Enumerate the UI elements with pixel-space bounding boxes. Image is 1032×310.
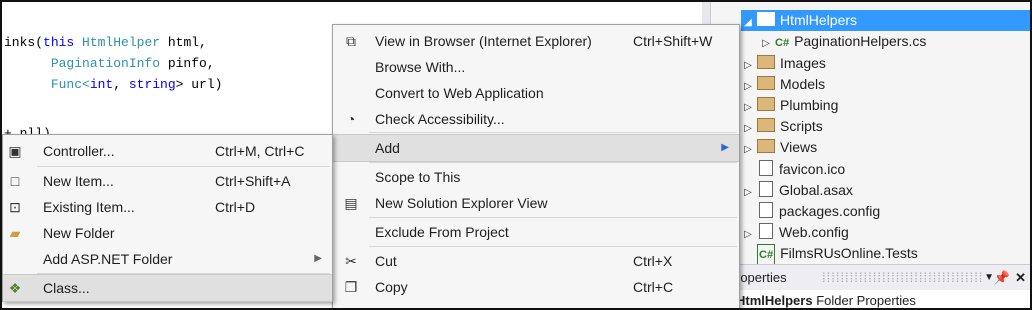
menu-separator <box>369 132 737 133</box>
menu-item-check-accessibility[interactable]: ◔ Check Accessibility... <box>333 106 739 132</box>
folder-icon <box>757 118 775 132</box>
browser-icon: ⧉ <box>346 33 356 49</box>
collapsed-arrow-icon[interactable]: ▷ <box>741 55 755 76</box>
menu-separator <box>369 162 737 163</box>
close-icon[interactable]: ✕ <box>1015 265 1026 291</box>
menu-separator <box>369 246 737 247</box>
code-line-1: inks(this HtmlHelper html, <box>4 35 207 50</box>
class-icon: ❖ <box>8 280 22 296</box>
tree-item-plumbing[interactable]: ▷ Plumbing <box>741 95 838 116</box>
tree-item-views[interactable]: ▷ Views <box>741 137 817 158</box>
menu-item-cut[interactable]: ✂ Cut Ctrl+X <box>333 248 739 274</box>
menu-item-exclude[interactable]: Exclude From Project <box>333 219 739 245</box>
pin-icon[interactable]: 📌 <box>994 265 1010 291</box>
menu-item-copy[interactable]: ❐ Copy Ctrl+C <box>333 274 739 300</box>
window-frame: inks(this HtmlHelper html, PaginationInf… <box>0 0 1032 310</box>
menu-item-new-se-view[interactable]: ▤ New Solution Explorer View <box>333 190 739 216</box>
tree-item-favicon[interactable]: favicon.ico <box>755 159 845 180</box>
tree-item-global-asax[interactable]: ▷ Global.asax <box>741 180 853 201</box>
collapsed-arrow-icon[interactable]: ▷ <box>741 97 755 118</box>
collapsed-arrow-icon[interactable]: ▷ <box>741 118 755 139</box>
menu-separator <box>37 166 330 167</box>
tree-item-packages-config[interactable]: packages.config <box>755 201 880 222</box>
new-view-icon: ▤ <box>344 195 358 211</box>
menu-item-view-in-browser[interactable]: ⧉ View in Browser (Internet Explorer) Ct… <box>333 28 739 54</box>
code-line-3: Func<int, string> url) <box>50 77 223 92</box>
submenu-item-new-folder[interactable]: ▰ New Folder <box>3 220 332 246</box>
folder-icon <box>757 12 775 26</box>
menu-item-convert-web-app[interactable]: Convert to Web Application <box>333 80 739 106</box>
folder-icon <box>757 55 775 69</box>
add-submenu: ▣ Controller... Ctrl+M, Ctrl+C □ New Ite… <box>2 134 333 302</box>
submenu-item-controller[interactable]: ▣ Controller... Ctrl+M, Ctrl+C <box>3 138 332 164</box>
submenu-arrow-icon: ▶ <box>721 142 729 153</box>
submenu-item-class[interactable]: ❖ Class... <box>3 274 332 302</box>
submenu-item-new-item[interactable]: □ New Item... Ctrl+Shift+A <box>3 168 332 194</box>
expanded-arrow-icon[interactable]: ◢ <box>741 12 755 33</box>
copy-icon: ❐ <box>344 279 358 295</box>
csharp-file-icon: C# <box>775 37 790 49</box>
new-item-icon: □ <box>10 173 20 189</box>
menu-separator <box>369 217 737 218</box>
submenu-arrow-icon: ▶ <box>314 253 322 264</box>
scissors-icon: ✂ <box>345 253 357 269</box>
collapsed-arrow-icon[interactable]: ▷ <box>741 139 755 160</box>
submenu-item-aspnet-folder[interactable]: Add ASP.NET Folder ▶ <box>3 246 332 272</box>
code-line-2: PaginationInfo pinfo, <box>50 56 215 71</box>
submenu-item-existing-item[interactable]: ⊡ Existing Item... Ctrl+D <box>3 194 332 220</box>
config-file-icon <box>759 181 773 197</box>
config-file-icon <box>759 223 773 239</box>
tree-item-images[interactable]: ▷ Images <box>741 53 826 74</box>
menu-item-add[interactable]: Add ▶ <box>333 134 739 162</box>
collapsed-arrow-icon[interactable]: ▷ <box>741 76 755 97</box>
controller-icon: ▣ <box>8 143 22 159</box>
folder-icon <box>757 139 775 153</box>
collapsed-arrow-icon[interactable]: ▷ <box>759 33 773 54</box>
menu-item-scope-to-this[interactable]: Scope to This <box>333 164 739 190</box>
folder-icon <box>757 97 775 111</box>
properties-title: roperties <box>736 270 787 285</box>
dropdown-icon[interactable]: ▼ <box>984 265 994 291</box>
collapsed-arrow-icon[interactable]: ▷ <box>741 182 755 203</box>
existing-item-icon: ⊡ <box>9 199 21 215</box>
tree-item-web-config[interactable]: ▷ Web.config <box>741 222 849 243</box>
config-file-icon <box>759 202 773 218</box>
solution-explorer: ◢ HtmlHelpers ▷ C# PaginationHelpers.cs ▷ Im… <box>710 2 1030 267</box>
tree-item-scripts[interactable]: ▷ Scripts <box>741 116 823 137</box>
context-menu: ⧉ View in Browser (Internet Explorer) Ct… <box>332 24 740 308</box>
drag-grip[interactable]: ⁞⁞⁞⁞⁞⁞⁞⁞⁞⁞⁞⁞⁞⁞⁞⁞⁞⁞⁞⁞⁞⁞⁞⁞⁞⁞⁞⁞⁞⁞⁞⁞⁞⁞⁞ <box>822 265 983 291</box>
folder-icon <box>757 76 775 90</box>
tree-item-paginationhelpers[interactable]: ▷ C# PaginationHelpers.cs <box>759 31 926 52</box>
collapsed-arrow-icon[interactable]: ▷ <box>741 224 755 245</box>
image-file-icon <box>759 160 773 176</box>
properties-object: HtmlHelpers Folder Properties <box>734 290 1030 308</box>
tree-item-htmlhelpers[interactable]: ◢ HtmlHelpers <box>741 10 1030 33</box>
tree-item-tests-project[interactable]: C# FilmsRUsOnline.Tests <box>741 243 918 267</box>
new-folder-icon: ▰ <box>9 225 21 241</box>
accessibility-icon: ◔ <box>346 111 356 127</box>
tree-item-models[interactable]: ▷ Models <box>741 74 825 95</box>
properties-panel-header: roperties ⁞⁞⁞⁞⁞⁞⁞⁞⁞⁞⁞⁞⁞⁞⁞⁞⁞⁞⁞⁞⁞⁞⁞⁞⁞⁞⁞⁞⁞⁞… <box>734 264 1030 291</box>
menu-item-browse-with[interactable]: Browse With... <box>333 54 739 80</box>
